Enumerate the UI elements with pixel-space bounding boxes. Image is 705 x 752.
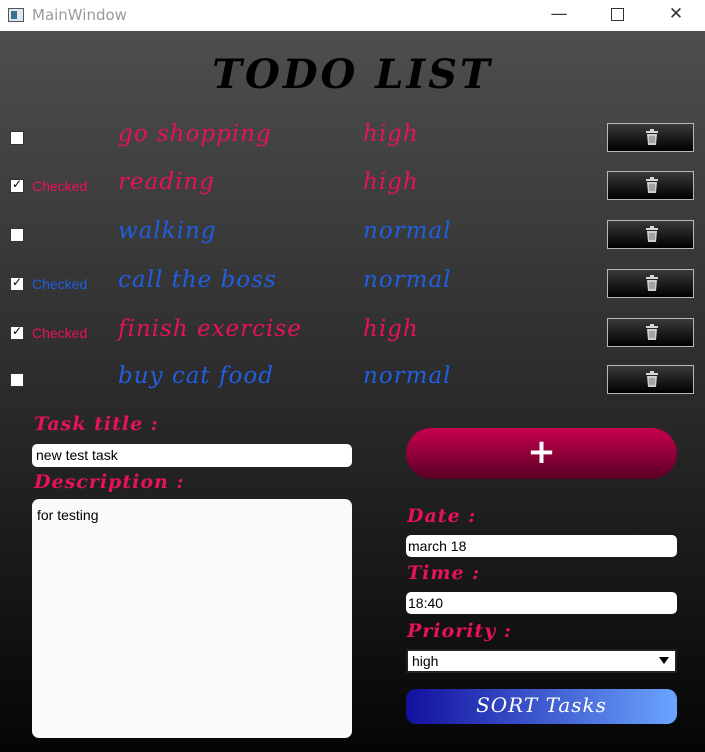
task-checkbox[interactable]: [10, 324, 24, 340]
task-title: finish exercise: [118, 316, 302, 342]
task-row: buy cat food normal: [0, 363, 705, 396]
description-label: Description :: [34, 471, 185, 493]
task-title: reading: [118, 169, 215, 195]
task-priority: normal: [363, 267, 452, 293]
task-checkbox[interactable]: [10, 228, 24, 242]
task-checkbox[interactable]: [10, 275, 24, 291]
trash-icon: [646, 324, 658, 340]
task-row: Checked reading high: [0, 169, 705, 202]
sort-tasks-button[interactable]: SORT Tasks: [406, 689, 677, 724]
title-bar: MainWindow — ✕: [0, 0, 705, 31]
delete-task-button[interactable]: [607, 220, 694, 249]
add-task-button[interactable]: +: [406, 428, 677, 479]
page-title: TODO LIST: [212, 51, 493, 98]
task-title: walking: [118, 218, 217, 244]
trash-icon: [646, 177, 658, 193]
task-title-input[interactable]: new test task: [32, 444, 352, 467]
task-title-label: Task title :: [34, 413, 159, 435]
maximize-icon: [610, 7, 624, 21]
task-checked-label: Checked: [32, 178, 88, 194]
priority-label: Priority :: [407, 620, 512, 642]
task-row: Checked finish exercise high: [0, 316, 705, 349]
task-priority: normal: [363, 363, 452, 389]
task-checked-label: Checked: [32, 276, 88, 292]
trash-icon: [646, 371, 658, 387]
main-window: MainWindow — ✕ TODO LIST go shopping high…: [0, 0, 705, 752]
task-checkbox[interactable]: [10, 131, 24, 145]
task-priority: high: [363, 121, 419, 147]
chevron-down-icon[interactable]: [659, 657, 669, 664]
priority-select-value: high: [412, 653, 439, 669]
task-row: go shopping high: [0, 121, 705, 154]
client-area: TODO LIST go shopping high Checked reading h…: [0, 31, 705, 752]
delete-task-button[interactable]: [607, 123, 694, 152]
date-label: Date :: [407, 505, 477, 527]
minimize-button[interactable]: —: [530, 0, 588, 31]
task-row: walking normal: [0, 218, 705, 251]
task-checkbox[interactable]: [10, 373, 24, 387]
trash-icon: [646, 226, 658, 242]
priority-select[interactable]: high: [406, 649, 677, 673]
task-title: buy cat food: [118, 363, 274, 389]
time-label: Time :: [407, 562, 481, 584]
trash-icon: [646, 275, 658, 291]
task-title: call the boss: [118, 267, 277, 293]
task-checkbox[interactable]: [10, 177, 24, 193]
maximize-button[interactable]: [588, 0, 646, 31]
delete-task-button[interactable]: [607, 318, 694, 347]
task-priority: high: [363, 316, 419, 342]
task-priority: normal: [363, 218, 452, 244]
description-textarea[interactable]: for testing: [32, 499, 352, 738]
task-row: Checked call the boss normal: [0, 267, 705, 300]
delete-task-button[interactable]: [607, 365, 694, 394]
window-title: MainWindow: [32, 6, 127, 24]
date-input[interactable]: march 18: [406, 535, 677, 557]
time-input[interactable]: 18:40: [406, 592, 677, 614]
app-icon: [8, 8, 24, 22]
close-button[interactable]: ✕: [647, 0, 705, 31]
task-priority: high: [363, 169, 419, 195]
trash-icon: [646, 129, 658, 145]
task-title: go shopping: [118, 121, 272, 147]
task-checked-label: Checked: [32, 325, 88, 341]
delete-task-button[interactable]: [607, 269, 694, 298]
delete-task-button[interactable]: [607, 171, 694, 200]
